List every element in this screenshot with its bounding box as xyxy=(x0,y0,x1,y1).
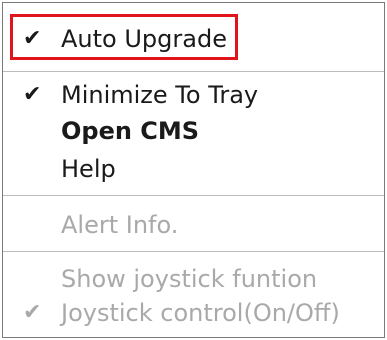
menu-item-label: Help xyxy=(61,155,116,183)
menu-item-label: Minimize To Tray xyxy=(61,81,259,109)
menu-separator xyxy=(3,251,384,252)
menu-item-minimize-to-tray[interactable]: ✔ Minimize To Tray xyxy=(3,75,384,115)
menu-item-alert-info: Alert Info. xyxy=(3,205,384,245)
menu-item-open-cms[interactable]: Open CMS xyxy=(3,111,384,151)
menu-item-joystick-control: ✔ Joystick control(On/Off) xyxy=(3,293,384,333)
menu-item-help[interactable]: Help xyxy=(3,149,384,189)
checkmark-icon: ✔ xyxy=(23,300,42,325)
checkmark-icon: ✔ xyxy=(23,82,42,107)
menu-item-label: Open CMS xyxy=(61,117,200,145)
menu-separator xyxy=(3,71,384,72)
menu-separator xyxy=(3,195,384,196)
menu-item-label: Joystick control(On/Off) xyxy=(61,299,340,327)
menu-item-label: Alert Info. xyxy=(61,211,179,239)
highlight-box xyxy=(10,14,238,60)
